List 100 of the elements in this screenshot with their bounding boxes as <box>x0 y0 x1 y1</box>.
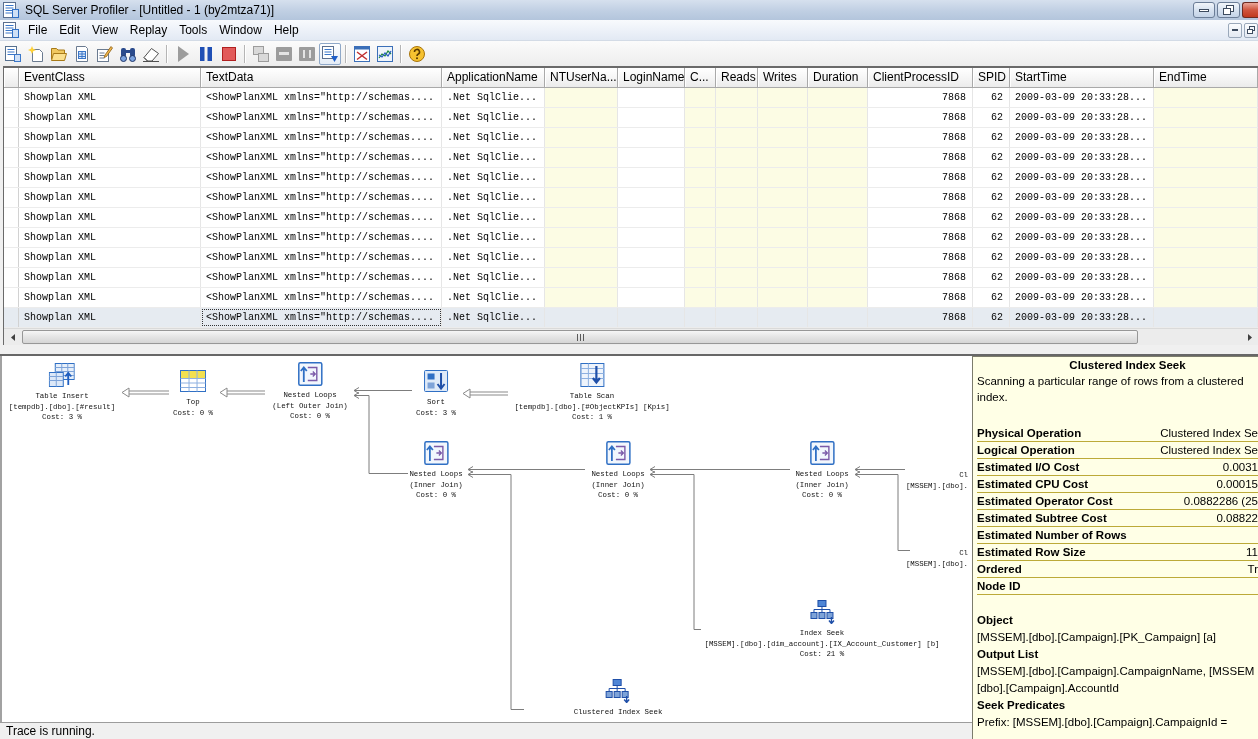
table-cell: 7868 <box>868 128 973 147</box>
minimize-icon <box>1199 8 1209 12</box>
window-title: SQL Server Profiler - [Untitled - 1 (by2mtza71)] <box>25 3 274 17</box>
table-row[interactable]: Showplan XML <ShowPlanXML xmlns="http://schemas.... .Net SqlClie... 7868 62 2009-03-09 20:33:28... <box>4 208 1258 228</box>
column-header[interactable]: C... <box>685 68 716 88</box>
column-header[interactable]: StartTime <box>1010 68 1154 88</box>
section-heading: Object <box>977 613 1014 628</box>
column-header[interactable]: ApplicationName <box>442 68 545 88</box>
property-label: Estimated Number of Rows <box>977 529 1127 541</box>
stop-icon <box>221 45 237 62</box>
restore-button[interactable] <box>1217 2 1240 18</box>
document-pencil-icon <box>97 45 113 62</box>
property-label: Ordered <box>977 563 1022 575</box>
columns-icon <box>299 45 315 62</box>
menu-item[interactable]: Window <box>213 20 268 40</box>
minimize-button[interactable] <box>1228 22 1242 38</box>
table-row[interactable]: Showplan XML <ShowPlanXML xmlns="http://schemas.... .Net SqlClie... 7868 62 2009-03-09 20:33:28... <box>4 268 1258 288</box>
column-header[interactable]: TextData <box>201 68 442 88</box>
document-icon <box>3 22 19 38</box>
table-cell: Showplan XML <box>19 108 201 127</box>
table-cell: 7868 <box>868 248 973 267</box>
line-chart-icon <box>377 45 393 62</box>
section-text: [dbo].[Campaign].AccountId <box>977 681 1120 696</box>
table-row[interactable]: Showplan XML <ShowPlanXML xmlns="http://schemas.... .Net SqlClie... 7868 62 2009-03-09 20:33:28... <box>4 228 1258 248</box>
table-row[interactable]: Showplan XML <ShowPlanXML xmlns="http://schemas.... .Net SqlClie... 7868 62 2009-03-09 20:33:28... <box>4 308 1258 328</box>
app-icon <box>3 2 19 18</box>
property-value: 11 <box>1246 546 1258 558</box>
table-row[interactable]: Showplan XML <ShowPlanXML xmlns="http://schemas.... .Net SqlClie... 7868 62 2009-03-09 20:33:28... <box>4 288 1258 308</box>
column-header[interactable]: Reads <box>716 68 758 88</box>
table-cell: 62 <box>973 308 1010 327</box>
minimize-button[interactable] <box>1193 2 1215 18</box>
connector-arrow <box>219 387 266 398</box>
table-row[interactable]: Showplan XML <ShowPlanXML xmlns="http://schemas.... .Net SqlClie... 7868 62 2009-03-09 20:33:28... <box>4 168 1258 188</box>
open-folder-icon <box>51 45 67 62</box>
table-cell: 7868 <box>868 308 973 327</box>
close-button[interactable] <box>1242 2 1258 18</box>
table-row[interactable]: Showplan XML <ShowPlanXML xmlns="http://schemas.... .Net SqlClie... 7868 62 2009-03-09 20:33:28... <box>4 88 1258 108</box>
table-cell: Showplan XML <box>19 128 201 147</box>
section-text: [MSSEM].[dbo].[Campaign].[PK_Campaign] [a] <box>977 630 1218 645</box>
table-cell: 7868 <box>868 88 973 107</box>
property-label: Logical Operation <box>977 444 1075 456</box>
property-value: 0.00015 <box>1216 478 1258 490</box>
table-row[interactable]: Showplan XML <ShowPlanXML xmlns="http://schemas.... .Net SqlClie... 7868 62 2009-03-09 20:33:28... <box>4 148 1258 168</box>
column-header[interactable]: EventClass <box>19 68 201 88</box>
table-cell: Showplan XML <box>19 208 201 227</box>
minimize-icon <box>1232 29 1238 31</box>
table-row[interactable]: Showplan XML <ShowPlanXML xmlns="http://schemas.... .Net SqlClie... 7868 62 2009-03-09 20:33:28... <box>4 108 1258 128</box>
table-cell: 7868 <box>868 228 973 247</box>
menu-item[interactable]: Replay <box>123 20 174 40</box>
property-value: Tr <box>1247 563 1258 575</box>
table-cell: 62 <box>973 268 1010 287</box>
table-cell: <ShowPlanXML xmlns="http://schemas.... <box>201 148 442 167</box>
eraser-icon <box>143 45 159 62</box>
connector-arrow <box>121 387 170 398</box>
menu-item[interactable]: Edit <box>53 20 87 40</box>
property-label: Estimated I/O Cost <box>977 461 1080 473</box>
restore-icon <box>1223 5 1234 15</box>
menu-item[interactable]: View <box>86 20 124 40</box>
scrollbar-thumb[interactable] <box>22 330 1138 344</box>
table-cell: 7868 <box>868 268 973 287</box>
table-cell: <ShowPlanXML xmlns="http://schemas.... <box>201 128 442 147</box>
table-cell: 62 <box>973 248 1010 267</box>
column-header[interactable]: SPID <box>973 68 1010 88</box>
menu-item[interactable]: File <box>22 20 54 40</box>
property-label: Estimated CPU Cost <box>977 478 1089 490</box>
column-header[interactable]: LoginName <box>618 68 685 88</box>
menu-item[interactable]: Tools <box>173 20 214 40</box>
table-arrow-icon <box>49 363 75 387</box>
property-label: Physical Operation <box>977 427 1082 439</box>
binoculars-icon <box>120 45 136 62</box>
bar-icon <box>276 45 292 62</box>
table-row[interactable]: Showplan XML <ShowPlanXML xmlns="http://schemas.... .Net SqlClie... 7868 62 2009-03-09 20:33:28... <box>4 248 1258 268</box>
menu-item[interactable]: Help <box>267 20 305 40</box>
property-label: Estimated Operator Cost <box>977 495 1113 507</box>
table-cell: 62 <box>973 208 1010 227</box>
table-row[interactable]: Showplan XML <ShowPlanXML xmlns="http://schemas.... .Net SqlClie... 7868 62 2009-03-09 20:33:28... <box>4 128 1258 148</box>
table-cell: 62 <box>973 228 1010 247</box>
table-cell: <ShowPlanXML xmlns="http://schemas.... <box>201 228 442 247</box>
table-cell: Showplan XML <box>19 168 201 187</box>
help-icon <box>409 45 425 62</box>
table-cell: 62 <box>973 188 1010 207</box>
column-header[interactable]: Writes <box>758 68 808 88</box>
table-cell: <ShowPlanXML xmlns="http://schemas.... <box>201 268 442 287</box>
column-header[interactable]: Duration <box>808 68 868 88</box>
column-header[interactable]: NTUserNa... <box>545 68 618 88</box>
column-header[interactable]: EndTime <box>1154 68 1258 88</box>
toolbar-button[interactable] <box>319 42 341 65</box>
document-list-icon <box>5 45 21 62</box>
table-cell: <ShowPlanXML xmlns="http://schemas.... <box>201 88 442 107</box>
connector-arrow <box>462 388 509 399</box>
table-row[interactable]: Showplan XML <ShowPlanXML xmlns="http://schemas.... .Net SqlClie... 7868 62 2009-03-09 20:33:28... <box>4 188 1258 208</box>
table-cell: 7868 <box>868 108 973 127</box>
table-cell: 62 <box>973 168 1010 187</box>
section-heading: Output List <box>977 647 1040 662</box>
column-header[interactable]: ClientProcessID <box>868 68 973 88</box>
section-text: [MSSEM].[dbo].[Campaign].CampaignName, [MSSEM <box>977 664 1256 679</box>
tooltip-title: Clustered Index Seek <box>1068 358 1187 373</box>
right-arrow-icon <box>1247 333 1252 341</box>
restore-button[interactable] <box>1244 22 1258 38</box>
table-cell: .Net SqlClie... <box>442 308 545 327</box>
